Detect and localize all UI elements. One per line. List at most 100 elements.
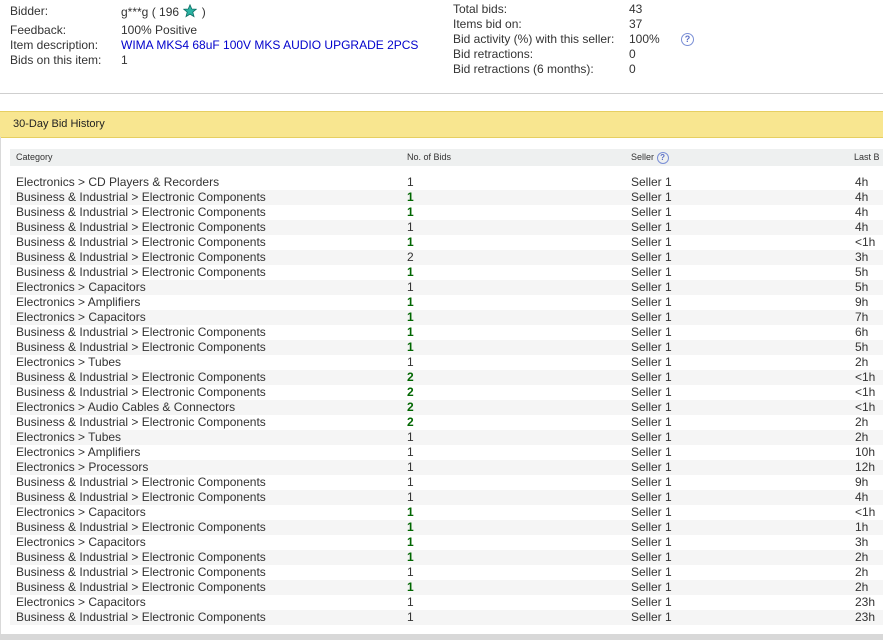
row-category: Business & Industrial > Electronic Compo… <box>16 250 266 264</box>
help-question-icon[interactable]: ? <box>681 33 694 46</box>
row-seller: Seller 1 <box>631 535 672 549</box>
bidder-value: g***g ( 196 ) <box>121 4 206 20</box>
row-bid-count: 1 <box>407 430 414 444</box>
row-seller: Seller 1 <box>631 205 672 219</box>
row-category: Business & Industrial > Electronic Compo… <box>16 340 266 354</box>
table-row: Business & Industrial > Electronic Compo… <box>10 325 883 340</box>
bid-history-title: 30-Day Bid History <box>13 118 105 130</box>
row-last-bid: <1h <box>855 235 876 249</box>
table-row: Business & Industrial > Electronic Compo… <box>10 550 883 565</box>
row-last-bid: 9h <box>855 475 869 489</box>
items-bid-on-value: 37 <box>629 17 643 31</box>
row-bid-count: 1 <box>407 535 414 549</box>
table-header-row: Category No. of Bids Seller ? Last B <box>10 149 883 166</box>
row-last-bid: 4h <box>855 175 869 189</box>
row-seller: Seller 1 <box>631 190 672 204</box>
row-bid-count: 2 <box>407 385 414 399</box>
seller-help-icon[interactable]: ? <box>656 152 669 164</box>
row-bid-count: 1 <box>407 280 414 294</box>
row-bid-count: 2 <box>407 370 414 384</box>
row-last-bid: 2h <box>855 580 869 594</box>
bid-history-header: 30-Day Bid History <box>0 111 883 138</box>
row-last-bid: 6h <box>855 325 869 339</box>
row-category: Electronics > Capacitors <box>16 310 146 324</box>
row-bid-count: 1 <box>407 445 414 459</box>
column-header-seller[interactable]: Seller ? <box>631 149 669 166</box>
row-seller: Seller 1 <box>631 490 672 504</box>
row-seller: Seller 1 <box>631 280 672 294</box>
row-category: Business & Industrial > Electronic Compo… <box>16 190 266 204</box>
row-last-bid: 3h <box>855 535 869 549</box>
bottom-scrollbar[interactable] <box>0 634 883 640</box>
row-seller: Seller 1 <box>631 565 672 579</box>
row-seller: Seller 1 <box>631 505 672 519</box>
bidder-label: Bidder: <box>10 4 49 18</box>
table-row: Business & Industrial > Electronic Compo… <box>10 520 883 535</box>
row-bid-count: 1 <box>407 310 414 324</box>
row-category: Electronics > Tubes <box>16 355 122 369</box>
row-category: Business & Industrial > Electronic Compo… <box>16 235 266 249</box>
row-last-bid: 9h <box>855 295 869 309</box>
item-description-link[interactable]: WIMA MKS4 68uF 100V MKS AUDIO UPGRADE 2P… <box>121 38 418 53</box>
row-last-bid: 5h <box>855 280 869 294</box>
row-seller: Seller 1 <box>631 295 672 309</box>
row-seller: Seller 1 <box>631 370 672 384</box>
row-seller: Seller 1 <box>631 400 672 414</box>
item-description-label: Item description: <box>10 38 99 52</box>
column-header-seller-label: Seller <box>631 152 655 162</box>
table-row: Business & Industrial > Electronic Compo… <box>10 370 883 385</box>
row-bid-count: 1 <box>407 490 414 504</box>
row-last-bid: 10h <box>855 445 876 459</box>
row-bid-count: 1 <box>407 550 414 564</box>
row-seller: Seller 1 <box>631 310 672 324</box>
table-row: Business & Industrial > Electronic Compo… <box>10 490 883 505</box>
feedback-star-icon[interactable] <box>183 4 198 18</box>
row-category: Electronics > Audio Cables & Connectors <box>16 400 236 414</box>
row-last-bid: <1h <box>855 370 876 384</box>
row-category: Business & Industrial > Electronic Compo… <box>16 370 266 384</box>
row-last-bid: 7h <box>855 310 869 324</box>
bid-retractions-6m-label: Bid retractions (6 months): <box>453 62 594 76</box>
bidder-name[interactable]: g***g <box>121 5 148 19</box>
total-bids-label: Total bids: <box>453 2 508 16</box>
row-bid-count: 1 <box>407 295 414 309</box>
bids-on-item-label: Bids on this item: <box>10 53 102 67</box>
row-bid-count: 1 <box>407 610 414 624</box>
table-row: Electronics > Amplifiers 1 Seller 1 10h <box>10 445 883 460</box>
row-category: Electronics > Capacitors <box>16 535 146 549</box>
row-last-bid: <1h <box>855 385 876 399</box>
row-seller: Seller 1 <box>631 475 672 489</box>
row-last-bid: 2h <box>855 415 869 429</box>
column-header-category[interactable]: Category <box>16 149 53 166</box>
table-row: Business & Industrial > Electronic Compo… <box>10 565 883 580</box>
table-row: Electronics > Tubes 1 Seller 1 2h <box>10 355 883 370</box>
table-row: Electronics > Amplifiers 1 Seller 1 9h <box>10 295 883 310</box>
row-seller: Seller 1 <box>631 385 672 399</box>
bids-on-item-value: 1 <box>121 53 128 67</box>
column-header-last-bid[interactable]: Last B <box>854 149 880 166</box>
row-seller: Seller 1 <box>631 610 672 624</box>
row-category: Business & Industrial > Electronic Compo… <box>16 520 266 534</box>
table-row: Business & Industrial > Electronic Compo… <box>10 475 883 490</box>
row-category: Business & Industrial > Electronic Compo… <box>16 490 266 504</box>
row-last-bid: <1h <box>855 400 876 414</box>
table-row: Electronics > CD Players & Recorders 1 Sel… <box>10 175 883 190</box>
total-bids-value: 43 <box>629 2 643 16</box>
row-category: Electronics > Tubes <box>16 430 122 444</box>
row-last-bid: 12h <box>855 460 876 474</box>
row-seller: Seller 1 <box>631 595 672 609</box>
row-last-bid: 23h <box>855 595 876 609</box>
bid-activity-value: 100% <box>629 32 660 46</box>
row-seller: Seller 1 <box>631 265 672 279</box>
row-bid-count: 2 <box>407 400 414 414</box>
row-last-bid: 2h <box>855 550 869 564</box>
row-seller: Seller 1 <box>631 235 672 249</box>
row-bid-count: 1 <box>407 190 414 204</box>
column-header-bids[interactable]: No. of Bids <box>407 149 451 166</box>
row-bid-count: 1 <box>407 565 414 579</box>
bid-activity-label: Bid activity (%) with this seller: <box>453 32 615 46</box>
table-row: Business & Industrial > Electronic Compo… <box>10 190 883 205</box>
row-category: Electronics > Capacitors <box>16 505 146 519</box>
row-seller: Seller 1 <box>631 430 672 444</box>
row-seller: Seller 1 <box>631 340 672 354</box>
